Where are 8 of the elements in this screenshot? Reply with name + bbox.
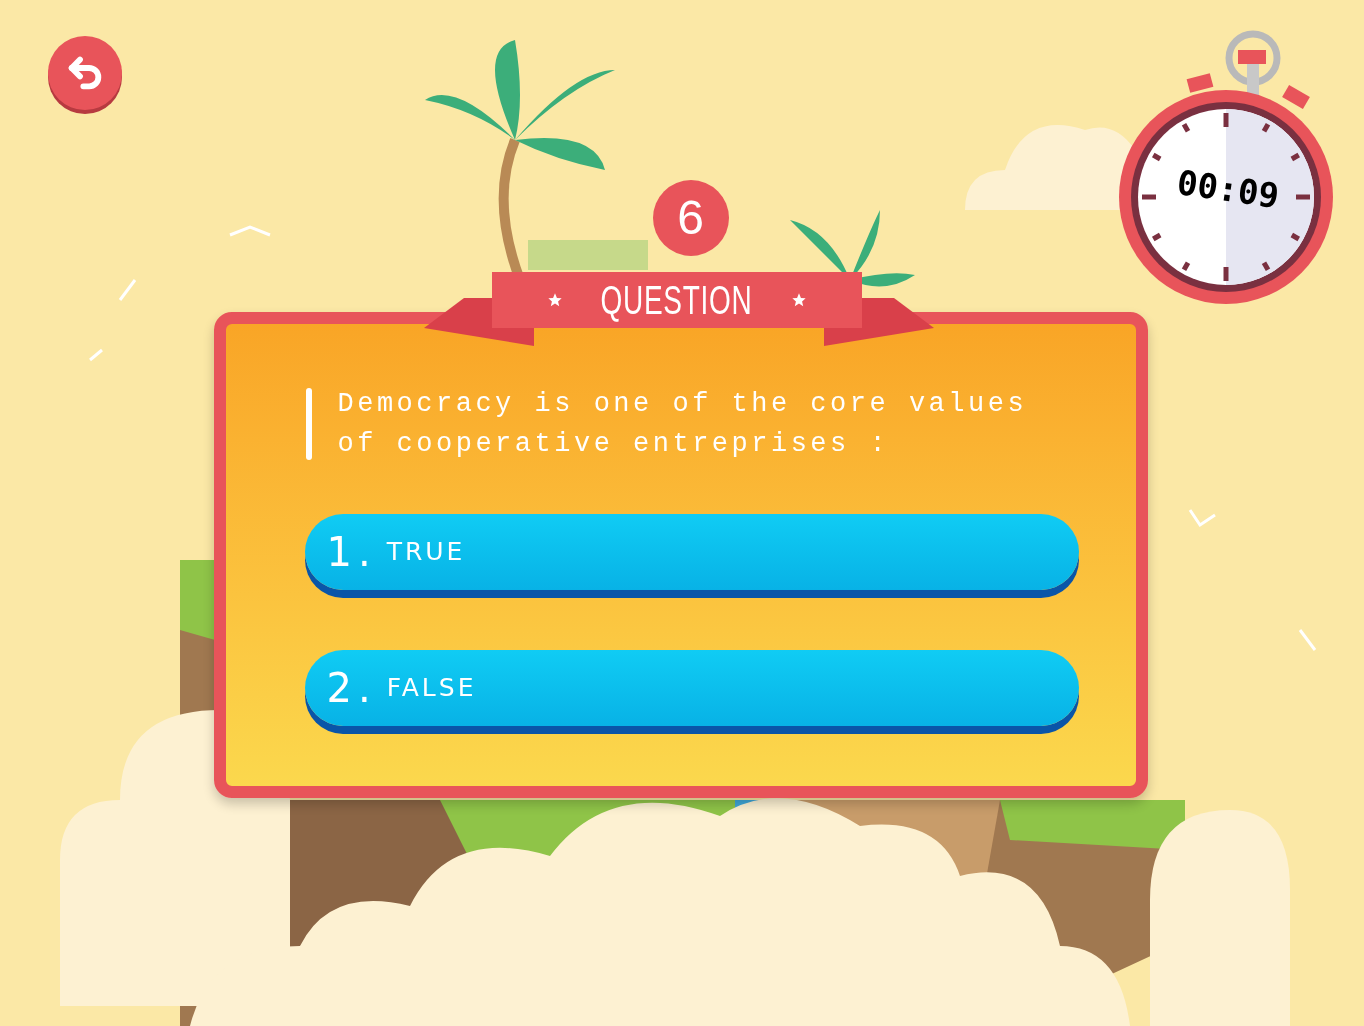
timer-readout: 00:09 [1173, 162, 1283, 216]
back-button[interactable] [48, 36, 122, 110]
quote-bar [305, 388, 312, 460]
question-number-badge: 6 [652, 180, 729, 256]
question-text: Democracy is one of the core values of cooperative entreprises : [337, 388, 1029, 461]
star-icon [790, 292, 807, 308]
question-banner: QUESTION [491, 272, 862, 328]
star-icon [546, 292, 563, 308]
